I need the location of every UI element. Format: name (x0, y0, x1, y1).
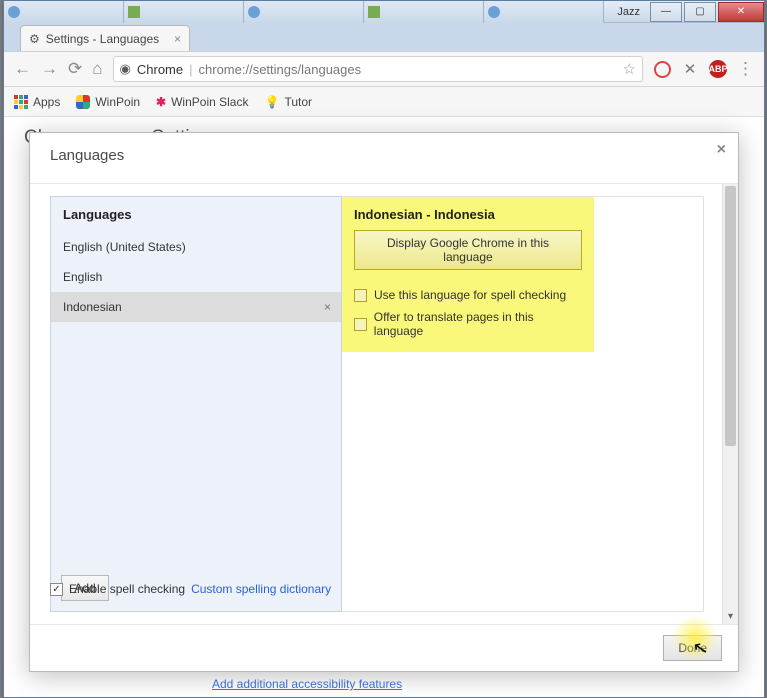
spellcheck-checkbox[interactable] (354, 289, 367, 302)
slack-icon: ✱ (156, 95, 166, 109)
language-name: English (63, 270, 102, 284)
bookmark-item[interactable]: ✱ WinPoin Slack (156, 95, 248, 109)
selected-language-title: Indonesian - Indonesia (354, 207, 582, 222)
apps-icon (14, 95, 28, 109)
minimize-button[interactable]: — (650, 2, 682, 22)
apps-label: Apps (33, 95, 60, 109)
browser-toolbar: ← → ⟳ ⌂ ◉ Chrome | chrome://settings/lan… (4, 51, 764, 87)
language-item[interactable]: English (51, 262, 341, 292)
omnibox-url: chrome://settings/languages (199, 62, 617, 77)
opera-extension-icon[interactable] (653, 60, 671, 78)
translate-row[interactable]: Offer to translate pages in this languag… (354, 310, 582, 338)
language-name: Indonesian (63, 300, 122, 314)
bg-tab[interactable] (244, 1, 364, 23)
browser-menu-button[interactable]: ⋮ (737, 59, 754, 79)
modal-title: Languages (30, 133, 738, 174)
back-button[interactable]: ← (14, 59, 31, 79)
enable-spell-label: Enable spell checking (69, 582, 185, 596)
custom-dictionary-link[interactable]: Custom spelling dictionary (191, 582, 331, 596)
browser-tab[interactable]: ⚙ Settings - Languages × (20, 25, 190, 51)
forward-button[interactable]: → (41, 59, 58, 79)
winpoin-icon (76, 95, 90, 109)
home-button[interactable]: ⌂ (92, 59, 102, 79)
close-button[interactable]: ✕ (718, 2, 764, 22)
bookmark-label: WinPoin (95, 95, 140, 109)
scroll-down-icon[interactable]: ▾ (723, 608, 738, 624)
remove-language-icon[interactable]: × (324, 300, 331, 314)
omnibox-separator: | (189, 62, 192, 77)
scrollbar[interactable]: ▾ (722, 184, 738, 624)
modal-footer: Done (30, 625, 738, 671)
language-list-panel: Languages English (United States) Englis… (50, 196, 342, 612)
bg-tab[interactable] (364, 1, 484, 23)
window-user: Jazz (617, 6, 640, 18)
omnibox-origin: Chrome (137, 62, 183, 77)
reload-button[interactable]: ⟳ (68, 59, 82, 79)
chrome-favicon-icon: ◉ (120, 61, 131, 77)
maximize-button[interactable]: ▢ (684, 2, 716, 22)
language-item-selected[interactable]: Indonesian × (51, 292, 341, 322)
bg-tab[interactable] (4, 1, 124, 23)
translate-label: Offer to translate pages in this languag… (374, 310, 582, 338)
omnibox[interactable]: ◉ Chrome | chrome://settings/languages ☆ (113, 56, 643, 82)
tab-strip: ⚙ Settings - Languages × (4, 23, 764, 51)
enable-spell-row: ✓ Enable spell checking Custom spelling … (50, 582, 331, 596)
abp-extension-icon[interactable]: ABP (709, 60, 727, 78)
modal-body: Languages English (United States) Englis… (30, 183, 738, 625)
bookmarks-bar: Apps WinPoin ✱ WinPoin Slack 💡 Tutor (4, 87, 764, 117)
page-content: Chrome Settings WinPoin #1 Windows Porta… (4, 117, 764, 697)
modal-close-button[interactable]: × (717, 141, 726, 159)
spellcheck-row[interactable]: Use this language for spell checking (354, 288, 582, 302)
language-name: English (United States) (63, 240, 186, 254)
bg-tab[interactable] (124, 1, 244, 23)
gear-icon: ⚙ (29, 32, 40, 46)
languages-modal: Languages × Languages English (United St… (29, 132, 739, 672)
window-controls: — ▢ ✕ (648, 2, 764, 22)
highlight-box: Indonesian - Indonesia Display Google Ch… (342, 197, 594, 352)
taskbar-tabs (4, 1, 604, 23)
bulb-icon: 💡 (264, 95, 279, 109)
display-in-language-button[interactable]: Display Google Chrome in this language (354, 230, 582, 270)
tab-close-icon[interactable]: × (174, 32, 181, 46)
spellcheck-label: Use this language for spell checking (374, 288, 566, 302)
app-window: Jazz — ▢ ✕ ⚙ Settings - Languages × ← → … (3, 0, 765, 698)
bg-tab[interactable] (484, 1, 604, 23)
bookmark-label: Tutor (284, 95, 312, 109)
languages-header: Languages (51, 197, 341, 232)
scroll-thumb[interactable] (725, 186, 736, 446)
language-item[interactable]: English (United States) (51, 232, 341, 262)
bookmark-item[interactable]: WinPoin (76, 95, 140, 109)
language-panels: Languages English (United States) Englis… (50, 196, 704, 612)
bookmark-star-icon[interactable]: ☆ (623, 60, 636, 78)
modal-backdrop: Languages × Languages English (United St… (4, 117, 764, 697)
translate-checkbox[interactable] (354, 318, 367, 331)
bookmark-item[interactable]: 💡 Tutor (264, 95, 312, 109)
language-detail-panel: Indonesian - Indonesia Display Google Ch… (342, 196, 704, 612)
cursor-icon: ↖ (691, 637, 710, 660)
bookmark-label: WinPoin Slack (171, 95, 248, 109)
enable-spell-checkbox[interactable]: ✓ (50, 583, 63, 596)
tab-title: Settings - Languages (46, 32, 159, 46)
apps-shortcut[interactable]: Apps (14, 95, 60, 109)
mute-extension-icon[interactable]: ✕ (681, 60, 699, 78)
